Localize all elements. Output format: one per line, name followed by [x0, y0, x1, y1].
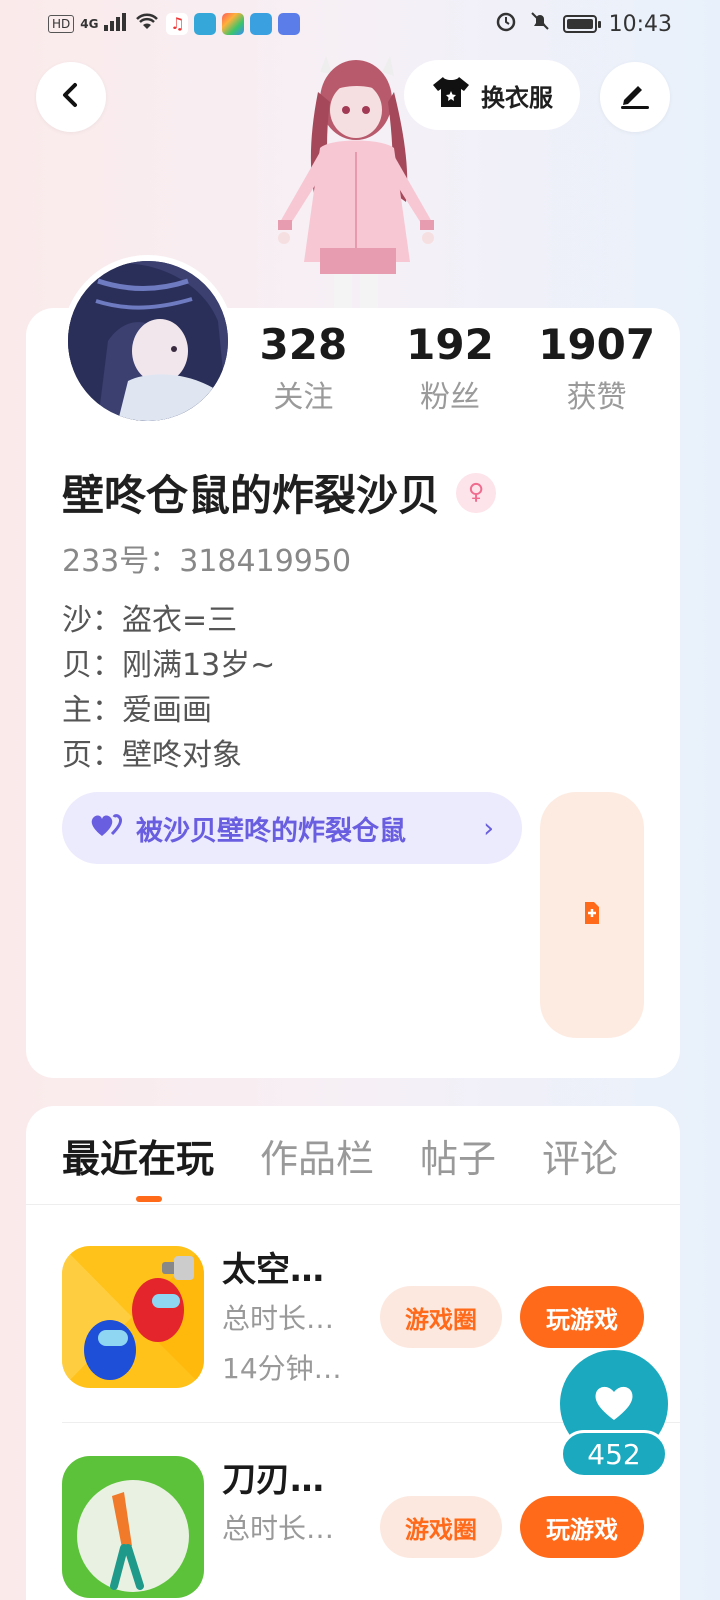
signal-icon: [104, 12, 128, 37]
relation-link[interactable]: 被沙贝壁咚的炸裂仓鼠 ›: [62, 792, 522, 864]
stat-following[interactable]: 328 关注: [230, 320, 377, 416]
stat-value: 328: [259, 320, 348, 369]
status-right: 10:43: [495, 10, 672, 38]
music-app-icon: ♫: [166, 13, 189, 35]
content-card: 最近在玩 作品栏 帖子 评论 太空… 总时长… 14分钟… 游戏圈 玩游戏 刀刃…: [26, 1106, 680, 1600]
stat-label: 关注: [273, 380, 334, 416]
status-bar: HD 4G ♫ 10:43: [0, 0, 720, 48]
like-count: 452: [560, 1430, 668, 1478]
stat-value: 192: [406, 320, 494, 369]
game-total-time: 总时长…: [222, 1512, 335, 1545]
relation-label: 被沙贝壁咚的炸裂仓鼠: [136, 815, 406, 847]
double-heart-icon: [90, 812, 124, 845]
wifi-icon: [134, 11, 160, 37]
game-icon[interactable]: [62, 1456, 204, 1598]
mute-bell-icon: [529, 10, 551, 38]
stat-label: 粉丝: [420, 380, 480, 416]
edit-profile-button[interactable]: [600, 62, 670, 132]
game-info: 刀刃… 总时长…: [222, 1456, 372, 1554]
stat-likes[interactable]: 1907 获赞: [523, 320, 670, 416]
stat-value: 1907: [538, 320, 656, 369]
add-phone-icon: [582, 900, 602, 930]
tab-works[interactable]: 作品栏: [260, 1128, 374, 1183]
bio-line: 贝：刚满13岁~: [62, 648, 276, 683]
user-id: 233号：318419950: [62, 544, 352, 579]
game-info: 太空… 总时长… 14分钟…: [222, 1246, 372, 1394]
tab-recent-played[interactable]: 最近在玩: [62, 1128, 214, 1183]
alarm-icon: [495, 10, 517, 38]
female-gender-icon: ♀: [456, 472, 497, 513]
hd-badge: HD: [48, 15, 75, 33]
play-game-button[interactable]: 玩游戏: [520, 1496, 644, 1558]
network-badge: 4G: [80, 17, 99, 31]
game-title: 太空…: [222, 1250, 324, 1290]
tab-posts[interactable]: 帖子: [420, 1128, 496, 1183]
tab-bar: 最近在玩 作品栏 帖子 评论: [62, 1128, 618, 1183]
active-tab-indicator: [136, 1196, 162, 1202]
stats-row: 328 关注 192 粉丝 1907 获赞: [230, 320, 670, 416]
clock-time: 10:43: [608, 11, 672, 37]
bio: 沙：盗衣=三 贝：刚满13岁~ 主：爱画画 页：壁咚对象: [62, 598, 275, 778]
game-total-time: 总时长…: [222, 1302, 335, 1335]
bio-line: 沙：盗衣=三: [62, 603, 238, 638]
book-app-icon: [194, 13, 217, 35]
game-recent-time: 14分钟…: [222, 1352, 342, 1385]
username-text: 壁咚仓鼠的炸裂沙贝: [62, 471, 441, 520]
status-left: HD 4G ♫: [48, 11, 301, 37]
play-game-button[interactable]: 玩游戏: [520, 1286, 644, 1348]
stat-fans[interactable]: 192 粉丝: [377, 320, 524, 416]
bio-line: 主：爱画画: [62, 693, 212, 728]
stat-label: 获赞: [566, 380, 627, 416]
reader-app-icon: [250, 13, 273, 35]
chevron-left-icon: [57, 81, 85, 113]
username: 壁咚仓鼠的炸裂沙贝 ♀: [62, 462, 497, 523]
chevron-right-icon: ›: [483, 812, 494, 844]
game-circle-button[interactable]: 游戏圈: [380, 1286, 502, 1348]
game-circle-button[interactable]: 游戏圈: [380, 1496, 502, 1558]
wardrobe-label: 换衣服: [481, 83, 553, 112]
avatar[interactable]: [62, 255, 234, 427]
tab-comments[interactable]: 评论: [542, 1128, 618, 1183]
pencil-icon: [618, 80, 652, 114]
battery-icon: [562, 15, 601, 33]
divider: [26, 1204, 680, 1205]
colorful-app-icon: [222, 13, 245, 35]
mail-app-icon: [278, 13, 301, 35]
avatar-3d-figure[interactable]: [260, 52, 450, 312]
bio-line: 页：壁咚对象: [62, 738, 242, 773]
heart-icon: [592, 1382, 636, 1426]
back-button[interactable]: [36, 62, 106, 132]
side-action-panel[interactable]: [540, 792, 644, 1038]
game-icon[interactable]: [62, 1246, 204, 1388]
game-title: 刀刃…: [222, 1460, 324, 1500]
